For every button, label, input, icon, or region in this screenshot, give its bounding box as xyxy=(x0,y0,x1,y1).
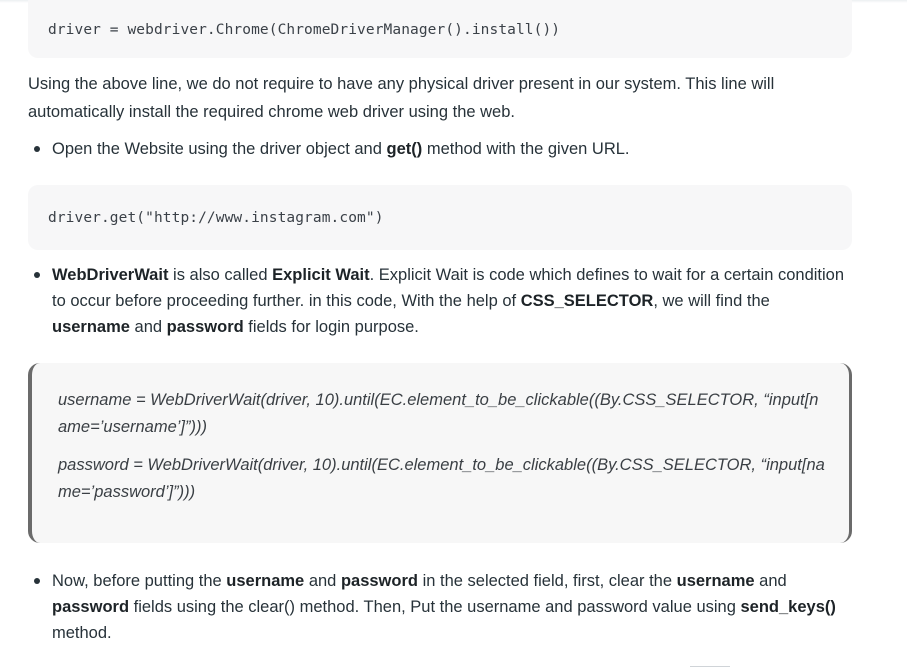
list-item-webdriverwait: WebDriverWait is also called Explicit Wa… xyxy=(28,262,848,340)
username-code-line: username = WebDriverWait(driver, 10).unt… xyxy=(58,391,819,436)
bold-text: password xyxy=(52,598,130,616)
list-item-clear-fields: Now, before putting the username and pas… xyxy=(28,568,848,646)
text: and xyxy=(129,318,167,336)
list-item-open-website: Open the Website using the driver object… xyxy=(28,136,848,162)
bold-text: CSS_SELECTOR xyxy=(520,292,654,310)
bold-text: WebDriverWait xyxy=(52,266,169,284)
bullet-icon xyxy=(34,578,40,584)
bold-text: Explicit Wait xyxy=(272,266,370,284)
bold-text: send_keys() xyxy=(740,598,836,616)
text: and xyxy=(304,572,341,590)
text: Open the Website using the driver object… xyxy=(52,140,387,158)
text: and xyxy=(754,572,787,590)
bold-text: username xyxy=(676,572,755,590)
text: method with the given URL. xyxy=(422,140,630,158)
code-block-driver-get: driver.get("http://www.instagram.com") xyxy=(28,185,852,250)
text: fields for login purpose. xyxy=(243,318,419,336)
text: method. xyxy=(52,624,112,642)
code-block-driver-install: driver = webdriver.Chrome(ChromeDriverMa… xyxy=(28,0,852,58)
bullet-icon xyxy=(34,272,40,278)
code-blockquote: username = WebDriverWait(driver, 10).unt… xyxy=(28,363,852,543)
code-line: driver.get("http://www.instagram.com") xyxy=(48,209,384,226)
bold-text: username xyxy=(226,572,305,590)
bold-text: username xyxy=(52,318,130,336)
bold-text: password xyxy=(340,572,418,590)
divider xyxy=(690,666,730,667)
text: Now, before putting the xyxy=(52,572,227,590)
bold-text: get() xyxy=(386,140,423,158)
text: in the selected field, first, clear the xyxy=(417,572,677,590)
code-line: driver = webdriver.Chrome(ChromeDriverMa… xyxy=(48,22,561,38)
text: is also called xyxy=(168,266,273,284)
paragraph-driver-explanation: Using the above line, we do not require … xyxy=(28,75,775,121)
text: fields using the clear() method. Then, P… xyxy=(129,598,741,616)
bold-text: password xyxy=(166,318,244,336)
text: , we will find the xyxy=(653,292,770,310)
bullet-icon xyxy=(34,146,40,152)
password-code-line: password = WebDriverWait(driver, 10).unt… xyxy=(58,456,825,501)
